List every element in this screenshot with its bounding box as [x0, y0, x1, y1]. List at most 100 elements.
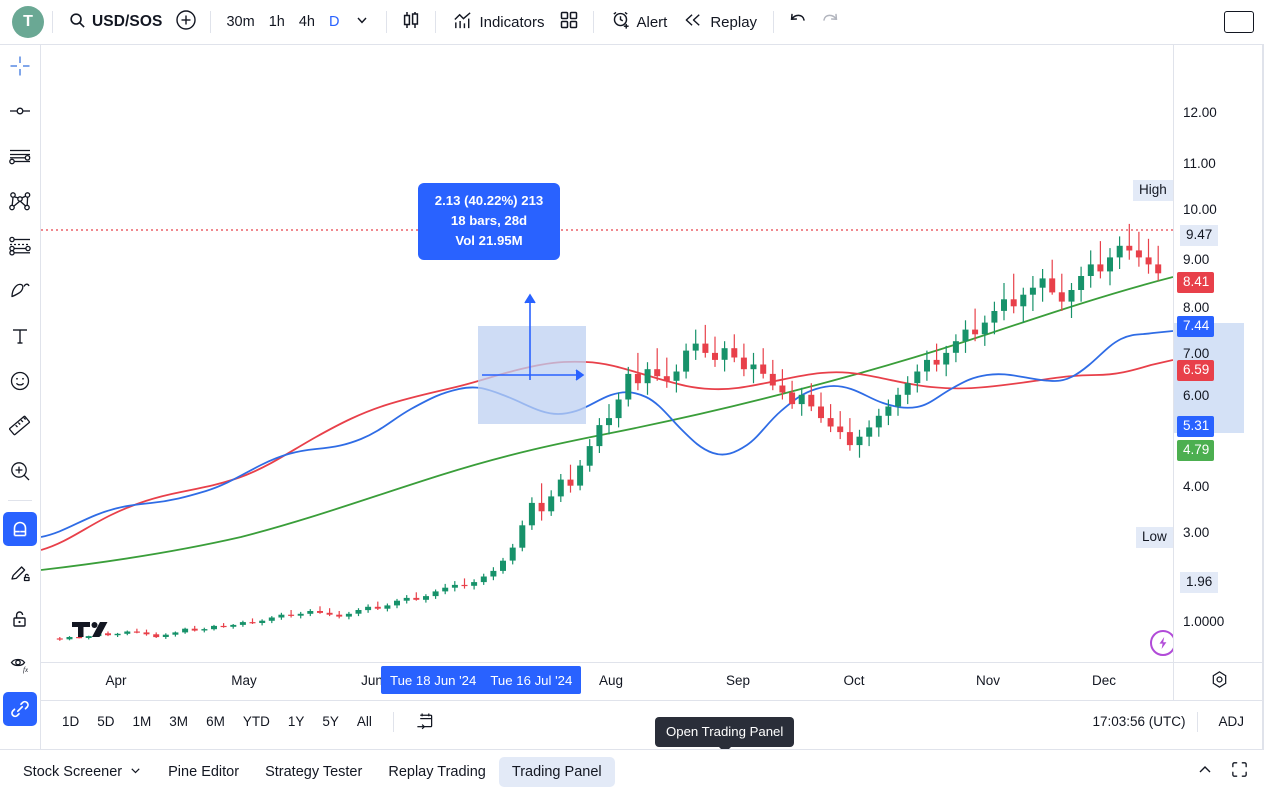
time-tick: May: [231, 673, 257, 688]
brush-draw-tool[interactable]: [3, 274, 37, 308]
high-tag: High: [1133, 180, 1173, 201]
range-All[interactable]: All: [348, 709, 381, 734]
layout-button[interactable]: [553, 6, 585, 38]
magnet-mode-tool[interactable]: [3, 512, 37, 546]
time-range-selection[interactable]: Tue 18 Jun '24 Tue 16 Jul '24: [381, 666, 582, 694]
goto-date-button[interactable]: [406, 706, 443, 738]
horizontal-lines-tool[interactable]: [3, 139, 37, 173]
zoom-in-tool[interactable]: [3, 454, 37, 488]
timeframe-D[interactable]: D: [322, 7, 346, 37]
bottom-nav-trading-panel[interactable]: Trading Panel: [498, 757, 615, 787]
redo-button[interactable]: [814, 6, 846, 38]
bottom-nav-strategy-tester[interactable]: Strategy Tester: [252, 757, 375, 787]
fullscreen-button[interactable]: [1224, 757, 1254, 787]
range-6M[interactable]: 6M: [197, 709, 234, 734]
text-tool[interactable]: [3, 319, 37, 353]
undo-arrow-icon: [788, 10, 808, 35]
stay-in-drawing-mode-tool[interactable]: [3, 557, 37, 591]
bottom-nav-label: Replay Trading: [388, 764, 486, 780]
measure-arrows: [482, 293, 585, 381]
low-price-marker: 1.96: [1180, 572, 1219, 593]
symbol-search-button[interactable]: USD/SOS: [61, 6, 170, 38]
add-symbol-button[interactable]: [170, 6, 202, 38]
price-tick: 4.00: [1183, 479, 1210, 494]
measure-tooltip: 2.13 (40.22%) 213 18 bars, 28d Vol 21.95…: [418, 183, 560, 261]
replay-label: Replay: [710, 13, 758, 31]
time-tick: Aug: [598, 673, 624, 688]
indicators-button[interactable]: Indicators: [444, 6, 552, 38]
plus-circle-icon: [175, 9, 197, 36]
timeframe-1h[interactable]: 1h: [262, 7, 292, 37]
timeframe-30m[interactable]: 30m: [219, 7, 261, 37]
price-tick: 6.00: [1183, 388, 1210, 403]
ma-slow-price-badge[interactable]: 4.79: [1177, 440, 1215, 461]
bottom-nav-actions: [1190, 757, 1254, 787]
price-tick: 8.00: [1183, 300, 1210, 315]
time-tick: Jun: [361, 673, 383, 688]
bottom-nav: Stock Screener Pine Editor Strategy Test…: [0, 749, 1264, 794]
divider: [435, 11, 437, 33]
divider: [773, 11, 775, 33]
range-1D[interactable]: 1D: [53, 709, 88, 734]
price-tick: 1.0000: [1183, 614, 1225, 629]
adjustment-button[interactable]: ADJ: [1210, 710, 1252, 733]
selection-to-date: Tue 16 Jul '24: [490, 672, 573, 688]
patterns-tool[interactable]: [3, 229, 37, 263]
chart-type-button[interactable]: [395, 6, 427, 38]
high-price-marker: 9.47: [1180, 225, 1219, 246]
hide-drawings-tool[interactable]: fx: [3, 647, 37, 681]
measure-ruler-tool[interactable]: [3, 409, 37, 443]
timeframe-more-button[interactable]: [346, 6, 378, 38]
range-1Y[interactable]: 1Y: [279, 709, 314, 734]
alarm-clock-plus-icon: [610, 10, 631, 35]
price-scale[interactable]: 12.00 11.00 10.00 9.00 8.00 7.00 6.00 4.…: [1173, 45, 1264, 678]
toolbar-divider: [8, 500, 32, 501]
price-tick: 10.00: [1183, 202, 1217, 217]
time-scale[interactable]: Apr May Jun Aug Sep Oct Nov Dec Tue 18 J…: [41, 662, 1173, 700]
chevron-down-icon: [355, 13, 369, 32]
cross-cursor-tool[interactable]: [3, 49, 37, 83]
alert-button[interactable]: Alert: [602, 6, 676, 38]
object-tree-link-tool[interactable]: [3, 692, 37, 726]
divider: [386, 11, 388, 33]
time-scale-settings-icon: [1210, 670, 1229, 694]
range-3M[interactable]: 3M: [160, 709, 197, 734]
grid-layout-icon: [559, 10, 579, 35]
divider: [1197, 711, 1199, 732]
price-tick: 7.00: [1183, 346, 1210, 361]
chart-canvas[interactable]: 2.13 (40.22%) 213 18 bars, 28d Vol 21.95…: [41, 45, 1173, 662]
ma-fast-price-badge[interactable]: 7.44: [1177, 316, 1215, 337]
ma-mid-line: [41, 359, 1173, 551]
chevron-down-icon: [129, 764, 142, 781]
bottom-nav-pine-editor[interactable]: Pine Editor: [155, 757, 252, 787]
bottom-nav-stock-screener[interactable]: Stock Screener: [10, 757, 155, 788]
lock-drawings-tool[interactable]: [3, 602, 37, 636]
ma-mid-price-badge[interactable]: 6.59: [1177, 360, 1215, 381]
time-scale-settings-button[interactable]: [1173, 662, 1264, 700]
timeframe-4h[interactable]: 4h: [292, 7, 322, 37]
symbol-label: USD/SOS: [92, 13, 163, 30]
divider: [210, 11, 212, 33]
range-5Y[interactable]: 5Y: [313, 709, 348, 734]
rewind-icon: [683, 11, 704, 33]
replay-button[interactable]: Replay: [675, 6, 765, 38]
undo-button[interactable]: [782, 6, 814, 38]
trend-line-tool[interactable]: [3, 94, 37, 128]
gann-fib-tool[interactable]: [3, 184, 37, 218]
tradingview-logo[interactable]: [72, 620, 116, 649]
avatar[interactable]: T: [12, 6, 44, 38]
range-YTD[interactable]: YTD: [234, 709, 279, 734]
emoji-sticker-tool[interactable]: [3, 364, 37, 398]
last-price-badge[interactable]: 8.41: [1177, 272, 1215, 293]
measure-start-price-badge[interactable]: 5.31: [1177, 416, 1215, 437]
range-1M[interactable]: 1M: [124, 709, 161, 734]
window-box-icon[interactable]: [1224, 11, 1254, 33]
fullscreen-icon: [1230, 760, 1249, 784]
range-5D[interactable]: 5D: [88, 709, 123, 734]
indicators-label: Indicators: [479, 13, 545, 31]
selection-from-date: Tue 18 Jun '24: [390, 672, 477, 688]
left-drawing-toolbar: fx: [0, 45, 41, 749]
bottom-nav-replay-trading[interactable]: Replay Trading: [375, 757, 499, 787]
collapse-panel-button[interactable]: [1190, 757, 1220, 787]
time-tick: Oct: [843, 673, 865, 688]
